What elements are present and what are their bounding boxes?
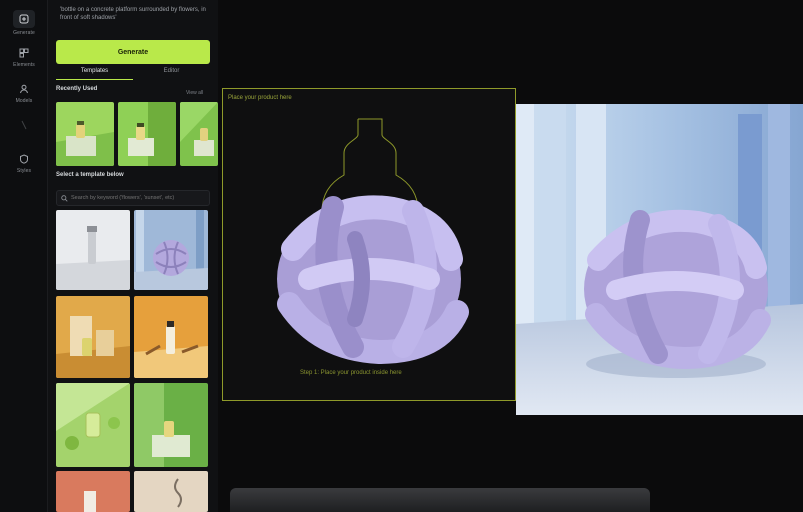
generate-button[interactable]: Generate [56, 40, 210, 64]
rail-item-models[interactable]: Models [4, 82, 44, 104]
rail-item-disabled[interactable] [4, 118, 44, 132]
panel-tabs: Templates Editor [56, 64, 210, 80]
view-all-link[interactable]: View all [186, 90, 203, 96]
template-thumb[interactable] [56, 210, 130, 290]
elements-icon [17, 46, 31, 60]
generated-result-image[interactable] [516, 104, 803, 415]
left-rail: Generate Elements Models Styles [0, 0, 48, 512]
recently-used-title: Recently Used [56, 86, 98, 92]
recent-template-thumb[interactable] [118, 102, 176, 166]
template-thumb[interactable] [56, 296, 130, 378]
rail-item-elements[interactable]: Elements [4, 46, 44, 68]
dropzone-title: Place your product here [228, 95, 292, 101]
template-thumb[interactable] [134, 210, 208, 290]
rail-item-generate[interactable]: Generate [4, 10, 44, 36]
product-knot-pillow [277, 118, 469, 365]
prompt-text[interactable]: 'bottle on a concrete platform surrounde… [56, 4, 214, 34]
recent-template-thumb[interactable] [56, 102, 114, 166]
rail-label: Elements [13, 62, 35, 68]
generate-icon [13, 10, 35, 28]
slash-icon [17, 118, 31, 132]
rail-label: Styles [16, 168, 32, 174]
template-thumb[interactable] [134, 471, 208, 512]
template-thumb[interactable] [56, 471, 130, 512]
shield-icon [17, 152, 31, 166]
search-input[interactable] [71, 195, 209, 201]
dropzone-step-hint: Step 1: Place your product inside here [300, 370, 402, 376]
template-thumb[interactable] [134, 296, 208, 378]
rail-label: Generate [13, 30, 35, 36]
product-dropzone[interactable] [222, 88, 516, 401]
rail-label: Models [15, 98, 33, 104]
device-bezel [230, 488, 650, 512]
select-template-title: Select a template below [56, 172, 124, 178]
user-icon [17, 82, 31, 96]
rail-item-styles[interactable]: Styles [4, 152, 44, 174]
template-search[interactable] [56, 190, 210, 206]
search-icon [61, 189, 68, 207]
tab-editor[interactable]: Editor [133, 64, 210, 80]
tab-templates[interactable]: Templates [56, 64, 133, 80]
template-thumb[interactable] [56, 383, 130, 467]
recent-template-thumb[interactable] [180, 102, 218, 166]
template-thumb[interactable] [134, 383, 208, 467]
